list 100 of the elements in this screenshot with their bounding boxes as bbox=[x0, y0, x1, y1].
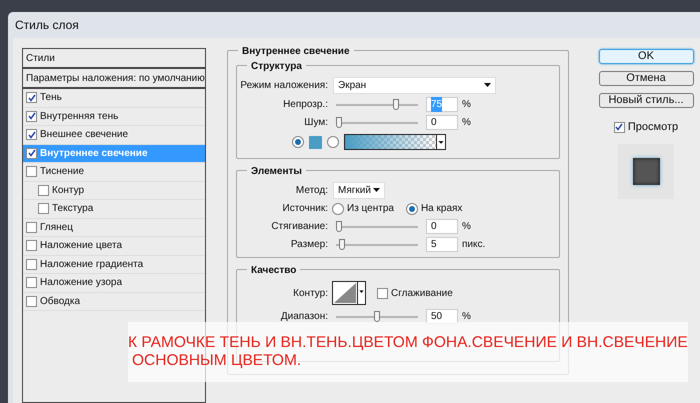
checkmark-icon bbox=[615, 123, 624, 132]
window-title: Стиль слоя bbox=[15, 17, 79, 34]
checkbox[interactable] bbox=[26, 296, 37, 307]
radio-button[interactable] bbox=[406, 202, 418, 214]
radio-button[interactable] bbox=[292, 136, 304, 148]
style-item-label: Наложение узора bbox=[40, 276, 122, 290]
slider-thumb[interactable] bbox=[374, 310, 380, 322]
antialias-label: Сглаживание bbox=[391, 286, 453, 300]
source-label: Источник: bbox=[282, 202, 329, 216]
style-item-label: Внутренняя тень bbox=[40, 110, 118, 124]
checkbox[interactable] bbox=[26, 166, 37, 178]
style-item[interactable]: Наложение цвета bbox=[23, 237, 205, 256]
dialog-button[interactable]: Новый стиль... bbox=[598, 93, 694, 108]
style-item-label: Текстура bbox=[52, 202, 94, 216]
value-field[interactable]: 0 bbox=[426, 218, 458, 234]
checkmark-icon bbox=[28, 112, 36, 120]
checkbox[interactable] bbox=[38, 184, 49, 196]
style-item-label: Тень bbox=[40, 91, 62, 106]
slider-thumb[interactable] bbox=[393, 98, 399, 110]
style-item-label: Наложение градиента bbox=[40, 258, 144, 272]
slider-label: Стягивание: bbox=[270, 220, 329, 234]
style-item[interactable]: Глянец bbox=[23, 218, 205, 237]
style-item-label: Глянец bbox=[40, 220, 73, 235]
radio-button[interactable] bbox=[327, 136, 339, 148]
caret-icon bbox=[484, 83, 491, 87]
slider-thumb[interactable] bbox=[336, 116, 342, 128]
slider-track[interactable] bbox=[336, 220, 418, 232]
style-item-label: Внутреннее свечение bbox=[40, 146, 148, 161]
checkbox[interactable] bbox=[26, 110, 37, 122]
slider-thumb[interactable] bbox=[339, 238, 346, 250]
style-item-label: Наложение цвета bbox=[40, 239, 122, 254]
style-item[interactable]: Тень bbox=[23, 89, 205, 108]
checkmark-icon bbox=[28, 94, 36, 102]
color-swatch[interactable] bbox=[309, 136, 322, 148]
group-title: Внутреннее свечение bbox=[238, 44, 354, 59]
style-item[interactable]: Обводка bbox=[23, 292, 205, 311]
annotation-text: ОСНОВНЫМ ЦВЕТОМ. bbox=[131, 352, 302, 370]
annotation-text: К РАМОЧКЕ ТЕНЬ И ВН.ТЕНЬ.ЦВЕТОМ ФОНА.СВЕЧЕНИЕ И ВН.СВЕЧЕНИЕ bbox=[128, 334, 688, 352]
caret-icon bbox=[357, 282, 365, 304]
method-label: Метод: bbox=[294, 184, 329, 198]
styles-header: Стили bbox=[26, 52, 55, 66]
style-item[interactable]: Контур bbox=[23, 182, 205, 200]
slider-label: Шум: bbox=[303, 116, 329, 130]
checkbox[interactable] bbox=[26, 222, 37, 233]
checkbox[interactable] bbox=[26, 92, 37, 104]
dialog-button[interactable]: OK bbox=[598, 49, 694, 64]
slider-thumb[interactable] bbox=[336, 220, 342, 232]
radio-label: Из центра bbox=[347, 202, 394, 216]
slider-track[interactable] bbox=[336, 98, 418, 110]
slider-track[interactable] bbox=[336, 310, 418, 322]
radio-label: На краях bbox=[420, 202, 462, 216]
blending-options-item[interactable]: Параметры наложения: по умолчанию bbox=[23, 69, 205, 89]
caret-icon bbox=[436, 135, 445, 149]
value-field[interactable]: 5 bbox=[426, 236, 458, 252]
checkbox[interactable] bbox=[377, 288, 388, 298]
value-text: 75 bbox=[431, 96, 442, 112]
checkmark-icon bbox=[28, 149, 36, 158]
value-text: 5 bbox=[431, 238, 437, 252]
radio-button[interactable] bbox=[332, 202, 344, 214]
slider-label: Диапазон: bbox=[280, 310, 329, 324]
style-item[interactable]: Внутренняя тень bbox=[23, 108, 205, 126]
value-field[interactable]: 50 bbox=[426, 308, 458, 324]
checkbox[interactable] bbox=[26, 148, 37, 159]
dropdown[interactable]: Мягкий bbox=[333, 182, 385, 198]
checkbox[interactable] bbox=[614, 122, 625, 133]
checkmark-icon bbox=[28, 130, 36, 139]
style-item[interactable]: Наложение узора bbox=[23, 274, 205, 292]
dropdown[interactable]: Экран bbox=[333, 76, 496, 94]
style-item[interactable]: Наложение градиента bbox=[23, 256, 205, 274]
unit-label: % bbox=[462, 98, 471, 112]
preview-square-icon bbox=[632, 158, 660, 184]
unit-label: % bbox=[462, 310, 471, 324]
checkbox[interactable] bbox=[26, 277, 37, 288]
value-field[interactable]: 0 bbox=[426, 114, 458, 130]
slider-label: Непрозр.: bbox=[282, 98, 329, 112]
unit-label: % bbox=[462, 220, 471, 234]
checkbox[interactable] bbox=[38, 203, 49, 214]
checkbox[interactable] bbox=[26, 258, 37, 270]
contour-curve-icon bbox=[333, 282, 357, 304]
slider-track[interactable] bbox=[336, 238, 418, 250]
gradient-picker[interactable] bbox=[344, 134, 446, 150]
group-title: Структура bbox=[247, 59, 306, 74]
slider-label: Размер: bbox=[290, 238, 329, 252]
style-item[interactable]: Текстура bbox=[23, 200, 205, 218]
unit-label: пикс. bbox=[462, 238, 486, 252]
contour-picker[interactable] bbox=[332, 281, 366, 305]
style-item[interactable]: Тиснение bbox=[23, 163, 205, 182]
preview-label: Просмотр bbox=[628, 120, 678, 135]
style-item-label: Обводка bbox=[40, 294, 80, 309]
caret-icon bbox=[373, 188, 380, 192]
slider-track[interactable] bbox=[336, 116, 418, 128]
style-item-label: Тиснение bbox=[40, 165, 84, 180]
checkbox[interactable] bbox=[26, 240, 37, 252]
checkbox[interactable] bbox=[26, 129, 37, 140]
dropdown-value: Экран bbox=[338, 78, 366, 92]
dropdown-value: Мягкий bbox=[338, 184, 371, 198]
contour-label: Контур: bbox=[292, 286, 329, 300]
dialog-button[interactable]: Отмена bbox=[598, 71, 694, 86]
unit-label: % bbox=[462, 116, 471, 130]
value-text: 0 bbox=[431, 116, 437, 130]
